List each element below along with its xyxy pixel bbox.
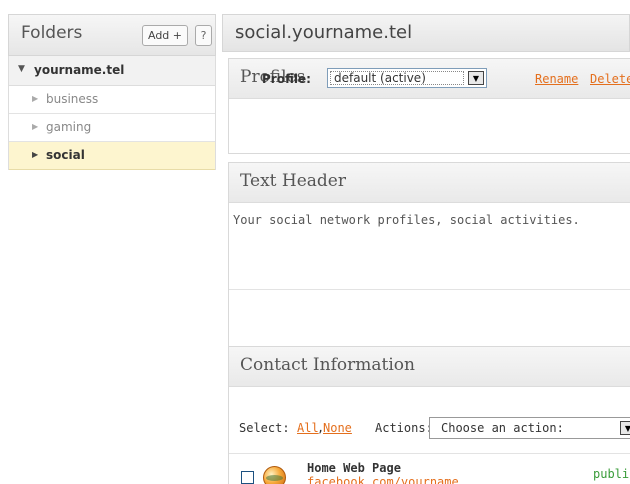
delete-link[interactable]: Delete (590, 72, 630, 86)
actions-label: Actions: (375, 421, 433, 435)
folders-sidebar: Folders Add + ? ▼ yourname.tel ▶ busines… (8, 14, 216, 170)
folder-item-business[interactable]: ▶ business (9, 86, 215, 114)
contact-panel: Contact Information Select: All , None A… (228, 346, 630, 484)
profile-label: Profile: (262, 72, 311, 86)
chevron-down-icon[interactable]: ▼ (468, 71, 484, 85)
contact-panel-header: Contact Information (229, 347, 630, 387)
text-header-heading: Text Header (240, 171, 346, 191)
divider (229, 289, 630, 290)
actions-select-value: Choose an action: (441, 421, 564, 435)
contact-url[interactable]: facebook.com/yourname (307, 475, 459, 484)
contact-name[interactable]: Home Web Page (307, 461, 401, 475)
main-content: social.yourname.tel Profiles Profile: de… (222, 14, 630, 484)
collapsed-arrow-icon: ▶ (32, 150, 39, 159)
text-header-panel-header: Text Header (229, 163, 630, 203)
folder-item-label: business (46, 92, 99, 106)
folder-item-social[interactable]: ▶ social (9, 142, 215, 170)
folder-item-label: social (46, 148, 85, 162)
select-all-link[interactable]: All (297, 421, 319, 435)
folder-list: ▼ yourname.tel ▶ business ▶ gaming ▶ soc… (8, 56, 216, 170)
folders-title: Folders (21, 23, 83, 43)
domain-header: social.yourname.tel (222, 14, 630, 52)
rename-link[interactable]: Rename (535, 72, 578, 86)
collapsed-arrow-icon: ▶ (32, 94, 39, 103)
help-button[interactable]: ? (195, 25, 212, 46)
folder-root-label: yourname.tel (34, 63, 125, 77)
globe-icon (263, 466, 286, 484)
visibility-label[interactable]: public (593, 467, 630, 481)
folder-item-gaming[interactable]: ▶ gaming (9, 114, 215, 142)
divider (229, 453, 630, 454)
expand-arrow-icon[interactable]: ▼ (18, 64, 25, 74)
contact-heading: Contact Information (240, 355, 415, 375)
folders-header: Folders Add + ? (8, 14, 216, 56)
text-header-panel: Text Header Your social network profiles… (228, 162, 630, 350)
select-none-link[interactable]: None (323, 421, 352, 435)
folder-item-label: gaming (46, 120, 92, 134)
chevron-down-icon[interactable]: ▼ (620, 421, 630, 435)
contact-checkbox[interactable] (241, 471, 254, 484)
profile-select[interactable]: default (active) ▼ (327, 68, 487, 88)
text-header-content[interactable]: Your social network profiles, social act… (233, 213, 580, 227)
actions-select[interactable]: Choose an action: ▼ (429, 417, 630, 439)
profile-select-value: default (active) (334, 71, 426, 85)
add-folder-button[interactable]: Add + (142, 25, 188, 46)
contact-row: Home Web Page facebook.com/yourname publ… (229, 455, 630, 484)
page-title: social.yourname.tel (235, 22, 413, 43)
folder-root[interactable]: ▼ yourname.tel (9, 56, 215, 86)
collapsed-arrow-icon: ▶ (32, 122, 39, 131)
select-label: Select: (239, 421, 290, 435)
